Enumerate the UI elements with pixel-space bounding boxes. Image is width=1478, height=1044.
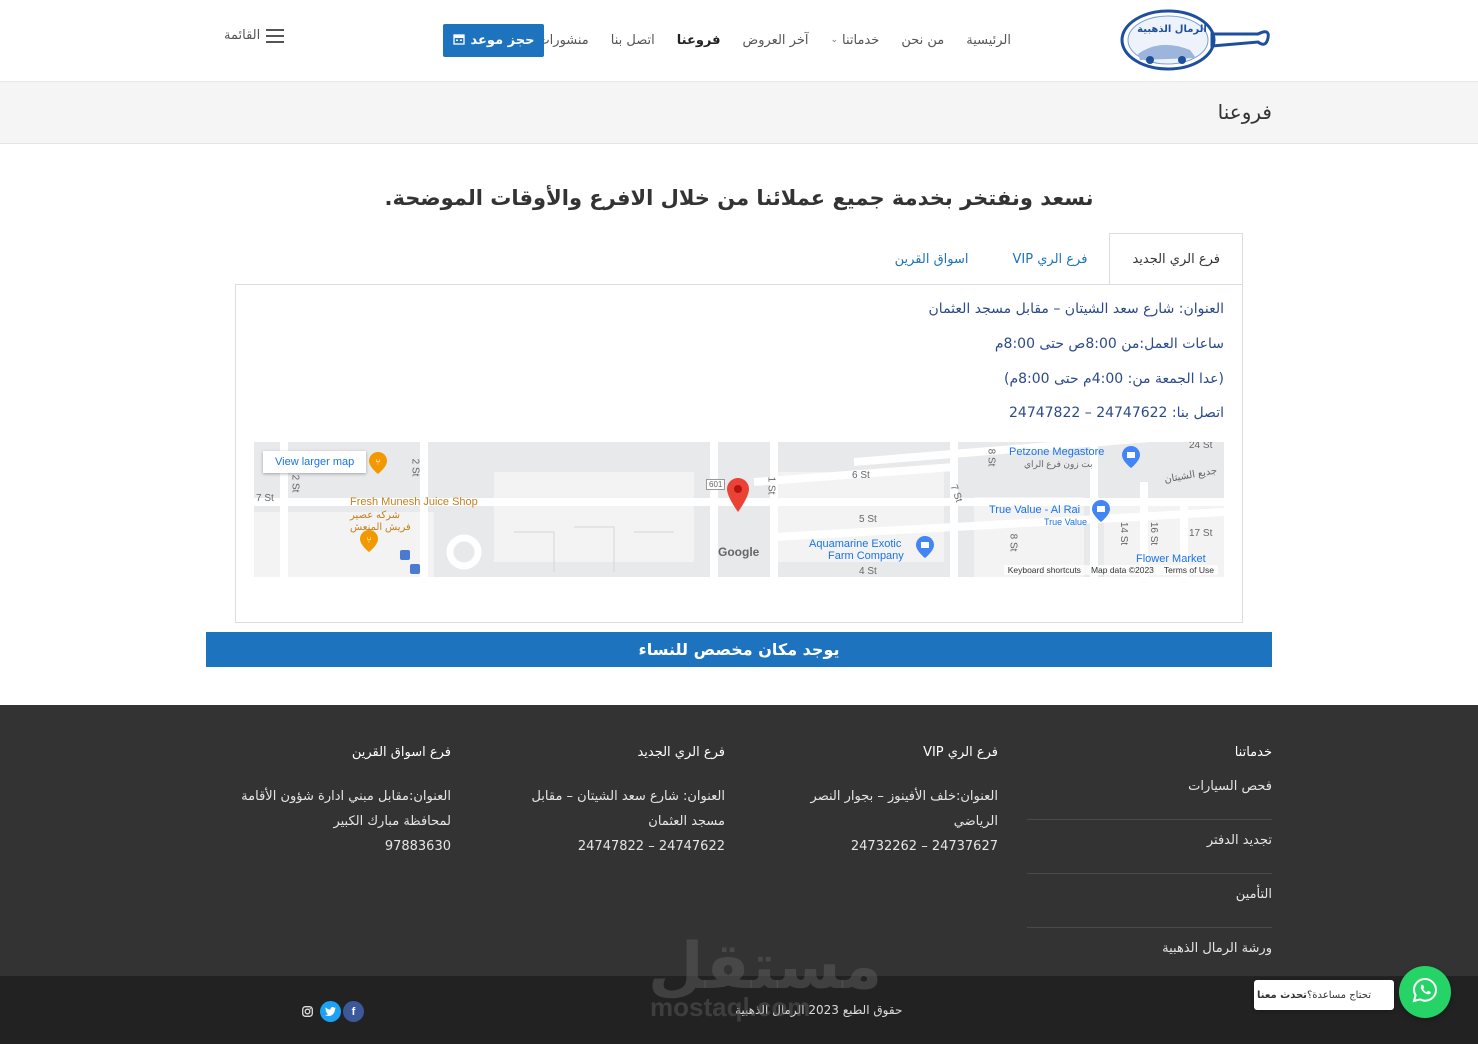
watermark-url: mostaql.com bbox=[650, 992, 811, 1022]
instagram-icon[interactable] bbox=[297, 1001, 318, 1022]
menu-label: القائمة bbox=[224, 28, 261, 43]
nav-home-label: الرئيسية bbox=[966, 32, 1011, 48]
whatsapp-button[interactable] bbox=[1399, 966, 1451, 1018]
map-label-street-5: 5 St bbox=[859, 514, 877, 525]
whatsapp-icon bbox=[1411, 976, 1439, 1008]
footer-branch-qurain: فرع اسواق القرين العنوان:مقابل مبني ادار… bbox=[221, 745, 451, 859]
footer-link-inspection[interactable]: فحص السيارات bbox=[1027, 778, 1272, 820]
page-title-bar: فروعنا bbox=[0, 82, 1478, 144]
footer-branch-new-address: العنوان: شارع سعد الشيتان – مقابل مسجد ا… bbox=[531, 789, 725, 829]
map-label-truevalue: True Value - Al Rai bbox=[989, 504, 1081, 516]
nav-posts-label: منشورات bbox=[537, 32, 589, 48]
map-footer: Keyboard shortcuts Map data ©2023 Terms … bbox=[1003, 565, 1218, 575]
map-label-street-2b: 2 St bbox=[289, 474, 301, 493]
whatsapp-prompt[interactable]: تحتاج مساعدة؟ تحدث معنا bbox=[1254, 980, 1394, 1010]
nav-offers-label: آخر العروض bbox=[742, 32, 809, 48]
svg-text:⑂: ⑂ bbox=[375, 458, 380, 468]
bus-stop-icon bbox=[400, 550, 410, 560]
tab-rai-vip[interactable]: فرع الري VIP bbox=[991, 233, 1110, 285]
whatsapp-question: تحتاج مساعدة؟ bbox=[1306, 989, 1371, 1001]
branch-friday-hours: (عدا الجمعة من: 4:00م حتى 8:00م) bbox=[1004, 371, 1224, 387]
facebook-icon[interactable]: f bbox=[343, 1001, 364, 1022]
map-label-street-16: 16 St bbox=[1148, 521, 1160, 546]
nav-contact[interactable]: اتصل بنا bbox=[600, 33, 666, 48]
branch-address: العنوان: شارع سعد الشيتان – مقابل مسجد ا… bbox=[928, 301, 1224, 317]
site-logo[interactable]: الرمال الذهبية bbox=[1120, 8, 1272, 72]
footer-branch-vip: فرع الري VIP العنوان:خلف الأفينوز – بجوا… bbox=[768, 745, 998, 859]
nav-about[interactable]: من نحن bbox=[890, 33, 955, 48]
map-label-aquamarine-1: Aquamarine Exotic bbox=[809, 538, 902, 550]
map-label-street-14: 14 St bbox=[1118, 521, 1130, 546]
map-data-credit: Map data ©2023 bbox=[1090, 565, 1154, 575]
nav-branches[interactable]: فروعنا bbox=[666, 33, 732, 48]
social-links: f bbox=[297, 1001, 364, 1022]
map-terms-link[interactable]: Terms of Use bbox=[1164, 565, 1214, 575]
book-appointment-label: حجز موعد bbox=[470, 33, 535, 48]
footer-branch-vip-address: العنوان:خلف الأفينوز – بجوار النصر الريا… bbox=[810, 789, 998, 829]
women-section-banner: يوجد مكان مخصص للنساء bbox=[206, 632, 1272, 667]
main-nav: الرئيسية من نحن خدماتنا ⌄ آخر العروض فروع… bbox=[515, 0, 1022, 80]
hamburger-icon bbox=[266, 28, 285, 43]
intro-heading: نسعد ونفتخر بخدمة جميع عملائنا من خلال ا… bbox=[384, 186, 1094, 210]
twitter-icon[interactable] bbox=[320, 1001, 341, 1022]
book-appointment-button[interactable]: حجز موعد bbox=[443, 24, 544, 57]
bus-stop-icon bbox=[410, 564, 420, 574]
map-label-street-17: 17 St bbox=[1189, 528, 1213, 539]
map-label-street-4: 4 St bbox=[859, 566, 877, 577]
site-header: الرمال الذهبية الرئيسية من نحن خدماتنا ⌄ … bbox=[0, 0, 1478, 82]
map-label-street-2a: 2 St bbox=[409, 458, 421, 477]
page-title: فروعنا bbox=[1217, 100, 1272, 124]
branch-tabs: فرع الري الجديد فرع الري VIP اسواق القري… bbox=[873, 233, 1243, 286]
nav-contact-label: اتصل بنا bbox=[610, 32, 655, 48]
footer-branch-vip-title: فرع الري VIP bbox=[923, 745, 998, 760]
footer-branch-new-title: فرع الري الجديد bbox=[637, 745, 725, 760]
tab-panel: العنوان: شارع سعد الشيتان – مقابل مسجد ا… bbox=[235, 284, 1243, 623]
tab-qurain[interactable]: اسواق القرين bbox=[873, 233, 991, 285]
calendar-icon bbox=[452, 33, 465, 49]
footer-services-title: خدماتنا bbox=[1234, 745, 1272, 760]
footer-branch-qurain-title: فرع اسواق القرين bbox=[351, 745, 451, 760]
map-label-street-6: 6 St bbox=[852, 470, 870, 481]
map-label-truevalue-sub: True Value bbox=[1044, 517, 1088, 527]
menu-toggle[interactable]: القائمة bbox=[224, 28, 285, 43]
footer-link-renewal[interactable]: تجديد الدفتر bbox=[1027, 832, 1272, 874]
map-label-juice-ar1: شركه عصير bbox=[350, 510, 400, 521]
map-label-street-8b: 8 St bbox=[1007, 533, 1019, 552]
footer-branch-qurain-phone: 97883630 bbox=[384, 839, 451, 854]
branch-hours: ساعات العمل:من 8:00ص حتى 8:00م bbox=[994, 336, 1224, 352]
map-label-petzone: Petzone Megastore bbox=[1009, 446, 1105, 458]
whatsapp-cta: تحدث معنا bbox=[1257, 989, 1307, 1001]
footer-services: خدماتنا فحص السيارات تجديد الدفتر التأمي… bbox=[1027, 745, 1272, 994]
view-larger-map-link[interactable]: View larger map bbox=[263, 451, 367, 473]
nav-branches-label: فروعنا bbox=[676, 32, 721, 48]
footer-branch-qurain-address: العنوان:مقابل مبني ادارة شؤون الأقامة لم… bbox=[241, 789, 451, 829]
map-label-petzone-ar: بت زون فرع الراي bbox=[1024, 459, 1093, 469]
footer-branch-new-phone: 24747622 – 24747822 bbox=[577, 839, 725, 854]
map-label-road-601: 601 bbox=[706, 479, 726, 490]
footer-link-insurance[interactable]: التأمين bbox=[1027, 886, 1272, 928]
footer-branch-new: فرع الري الجديد العنوان: شارع سعد الشيتا… bbox=[495, 745, 725, 859]
nav-home[interactable]: الرئيسية bbox=[955, 33, 1022, 48]
google-map[interactable]: View larger map Fresh Munesh Juice Shop … bbox=[254, 442, 1224, 577]
map-label-street-7: 7 St bbox=[256, 493, 274, 504]
map-label-street-8a: 8 St bbox=[985, 448, 997, 467]
logo-text: الرمال الذهبية bbox=[1137, 24, 1207, 35]
tab-rai-new[interactable]: فرع الري الجديد bbox=[1109, 233, 1243, 286]
svg-text:⑂: ⑂ bbox=[366, 536, 371, 546]
google-logo: Google bbox=[718, 545, 760, 559]
map-label-street-24: 24 St bbox=[1189, 442, 1213, 451]
branch-phone: اتصل بنا: 24747622 – 24747822 bbox=[1009, 405, 1224, 421]
map-label-aquamarine-2: Farm Company bbox=[828, 550, 904, 562]
map-label-juice: Fresh Munesh Juice Shop bbox=[350, 496, 478, 508]
nav-services-label: خدماتنا bbox=[842, 32, 880, 48]
nav-offers[interactable]: آخر العروض bbox=[732, 33, 820, 48]
map-label-flower: Flower Market bbox=[1136, 553, 1206, 565]
nav-about-label: من نحن bbox=[901, 32, 945, 48]
nav-services[interactable]: خدماتنا ⌄ bbox=[819, 33, 890, 48]
map-label-street-1: 1 St bbox=[765, 476, 777, 495]
chevron-down-icon: ⌄ bbox=[830, 35, 839, 45]
footer-branch-vip-phone: 24737627 – 24732262 bbox=[850, 839, 998, 854]
map-keyboard-shortcuts[interactable]: Keyboard shortcuts bbox=[1008, 565, 1081, 575]
